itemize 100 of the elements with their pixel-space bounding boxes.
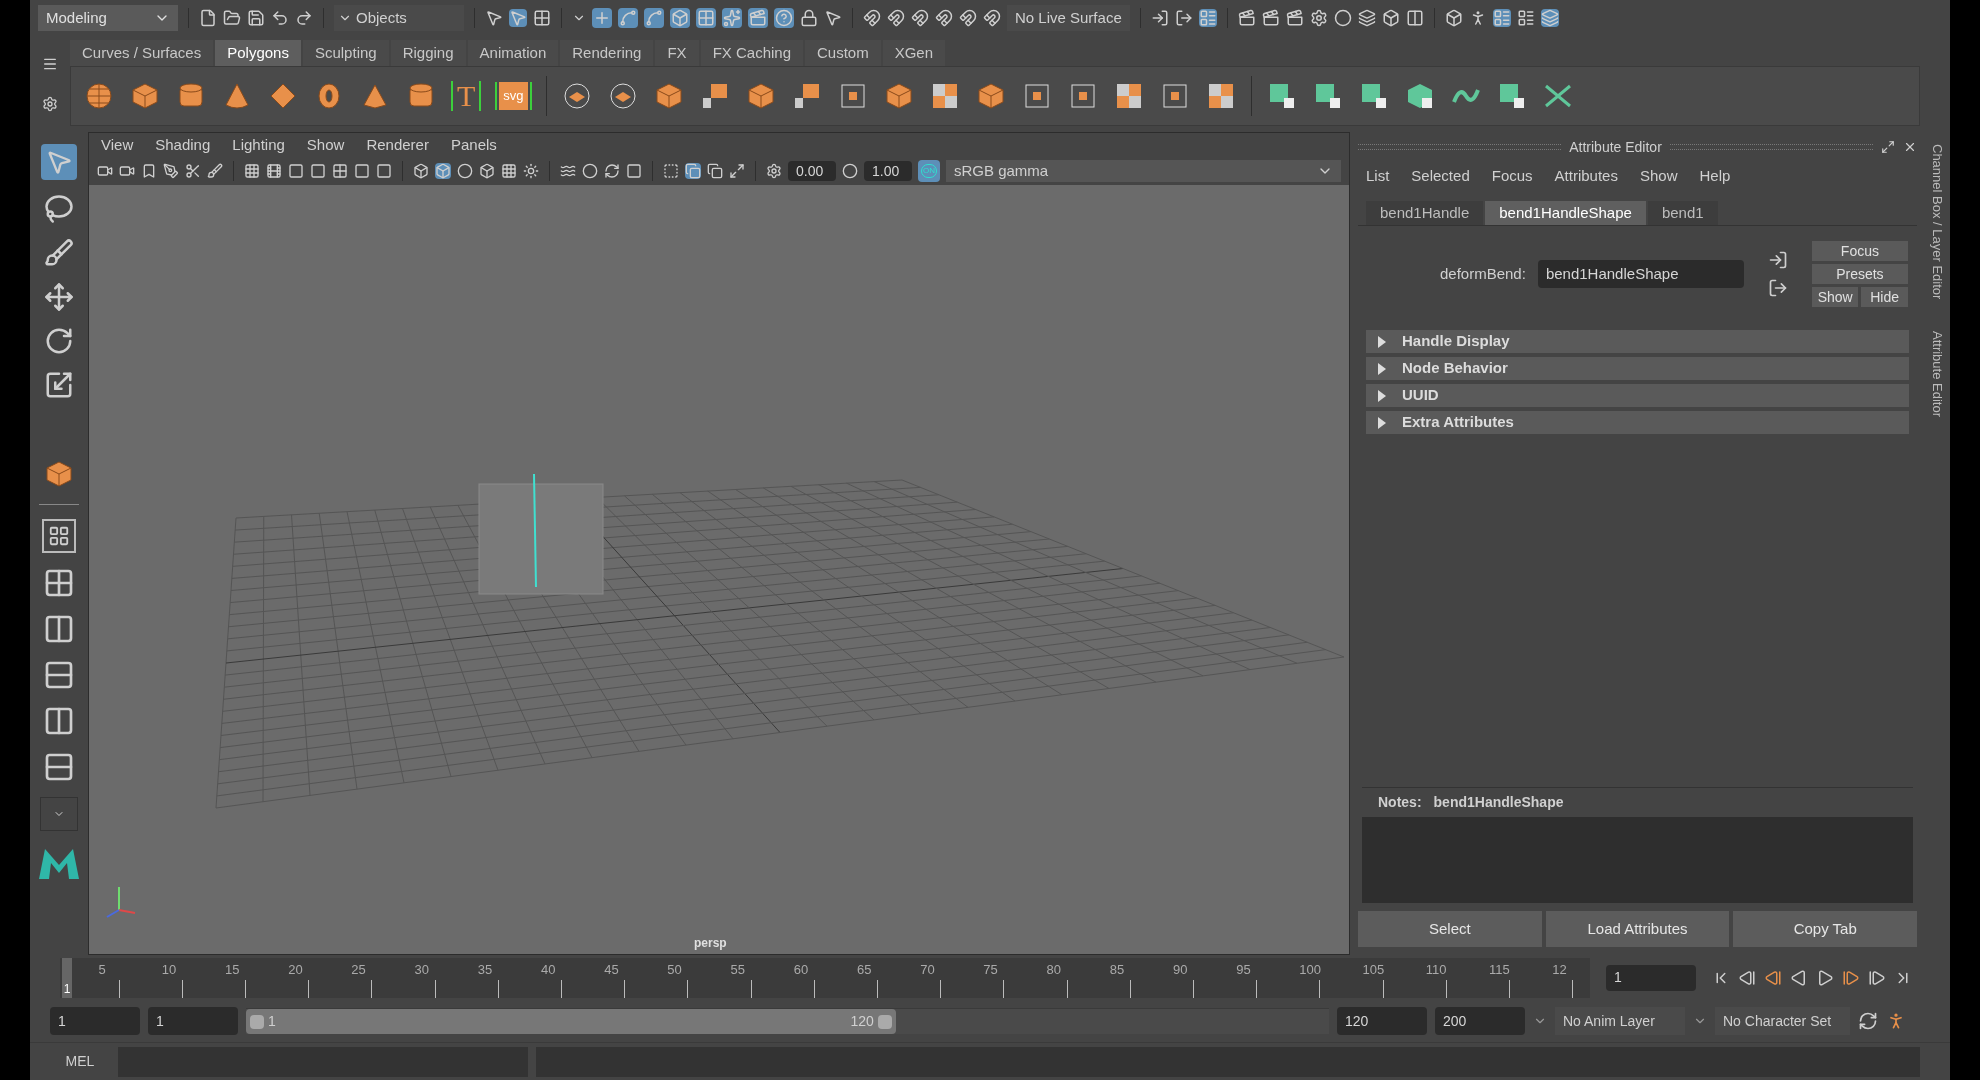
step-forward-icon[interactable] <box>1868 968 1886 987</box>
playback-end-field[interactable]: 120 <box>1337 1007 1427 1035</box>
footer-button[interactable]: Select <box>1358 911 1542 947</box>
editor-menu[interactable]: Help <box>1699 164 1731 188</box>
selection-mode-dropdown[interactable]: Objects <box>334 5 464 31</box>
open-folder-icon[interactable] <box>223 9 241 27</box>
panel-menu[interactable]: Lighting <box>232 133 285 157</box>
output-connection-icon[interactable] <box>1767 278 1788 298</box>
render-settings-icon[interactable] <box>1309 9 1328 27</box>
camera-lock-icon[interactable] <box>119 163 135 179</box>
play-backward-icon[interactable] <box>1790 968 1808 987</box>
lock-icon[interactable] <box>800 9 818 27</box>
grid-icon[interactable] <box>501 163 517 179</box>
editor-button[interactable]: Focus <box>1811 241 1908 261</box>
collapsible-section[interactable]: UUID <box>1366 384 1909 407</box>
gamma-field[interactable]: 1.00 <box>864 161 912 181</box>
outliner-layout-icon[interactable] <box>43 705 75 737</box>
brush-icon[interactable] <box>207 163 223 179</box>
grid-icon[interactable] <box>244 163 260 179</box>
square-icon[interactable] <box>626 163 642 179</box>
menu-set-dropdown[interactable]: Modeling <box>38 5 178 31</box>
range-slider-bar[interactable] <box>246 1009 896 1034</box>
footer-button[interactable]: Copy Tab <box>1733 911 1917 947</box>
range-slider-track[interactable]: 1 120 <box>246 1008 1329 1034</box>
panel-menu[interactable]: Shading <box>155 133 211 157</box>
editor-button[interactable]: Show <box>1811 287 1859 307</box>
layers-icon[interactable] <box>1357 9 1376 27</box>
save-icon[interactable] <box>247 9 265 27</box>
expand-arrow-icon[interactable] <box>1378 335 1386 348</box>
pointer-icon[interactable] <box>824 9 842 27</box>
shelf-tab[interactable]: Rigging <box>390 40 466 66</box>
current-frame-field[interactable]: 1 <box>1606 964 1696 991</box>
magnet-icon[interactable] <box>935 9 953 27</box>
magnet-icon[interactable] <box>863 9 881 27</box>
scale-tool-icon[interactable] <box>44 370 74 400</box>
shelf-tab[interactable]: Custom <box>805 40 881 66</box>
render-view-icon[interactable] <box>1237 9 1256 27</box>
wireframe-icon[interactable] <box>413 163 429 179</box>
sparkle-icon[interactable] <box>722 8 742 28</box>
expand-arrow-icon[interactable] <box>1378 362 1386 375</box>
magnet-icon[interactable] <box>887 9 905 27</box>
render-icon[interactable] <box>1261 9 1280 27</box>
circle-icon[interactable] <box>582 163 598 179</box>
menu-icon[interactable] <box>42 56 58 72</box>
film-icon[interactable] <box>266 163 282 179</box>
editor-menu[interactable]: Focus <box>1491 164 1533 188</box>
magnet-icon[interactable] <box>911 9 929 27</box>
play-icon[interactable] <box>1816 968 1834 987</box>
panel-menu[interactable]: View <box>101 133 134 157</box>
panel-menu[interactable]: Panels <box>450 133 497 157</box>
live-surface-field[interactable]: No Live Surface <box>1007 5 1130 31</box>
node-name-field[interactable]: bend1HandleShape <box>1537 260 1744 288</box>
character-set-dropdown[interactable]: No Character Set <box>1715 1007 1850 1035</box>
help-icon[interactable] <box>774 8 794 28</box>
grid-icon[interactable] <box>696 8 716 28</box>
current-frame-marker[interactable]: 1 <box>62 957 72 998</box>
step-back-icon[interactable] <box>1738 968 1756 987</box>
panel-menu[interactable]: Renderer <box>366 133 429 157</box>
editor-button[interactable]: Hide <box>1861 287 1908 307</box>
ipr-render-icon[interactable] <box>1285 9 1304 27</box>
paint-select-icon[interactable] <box>44 238 74 268</box>
collapsible-section[interactable]: Node Behavior <box>1366 357 1909 380</box>
maximize-icon[interactable] <box>729 163 745 179</box>
pen-icon[interactable] <box>163 163 179 179</box>
shelf-tab[interactable]: XGen <box>882 40 946 66</box>
graph-layout-icon[interactable] <box>43 751 75 783</box>
shaded-icon[interactable] <box>435 163 451 179</box>
editor-menu[interactable]: Selected <box>1411 164 1470 188</box>
color-space-dropdown[interactable]: sRGB gamma <box>946 160 1341 182</box>
editor-menu[interactable]: Attributes <box>1554 164 1618 188</box>
lasso-tool-icon[interactable] <box>44 194 74 224</box>
refresh-icon[interactable] <box>604 163 620 179</box>
editor-menu[interactable]: List <box>1366 164 1390 188</box>
footer-button[interactable]: Load Attributes <box>1545 911 1730 947</box>
square-icon[interactable] <box>376 163 392 179</box>
square-icon[interactable] <box>310 163 326 179</box>
expand-arrow-icon[interactable] <box>1378 416 1386 429</box>
select-hierarchy-icon[interactable] <box>485 9 503 27</box>
side-panel-tab[interactable]: Channel Box / Layer Editor <box>1927 144 1948 300</box>
float-panel-icon[interactable] <box>1881 140 1895 154</box>
circle-icon[interactable] <box>457 163 473 179</box>
shelf-tab[interactable]: FX <box>655 40 699 66</box>
copy-icon[interactable] <box>707 163 723 179</box>
square-icon[interactable] <box>354 163 370 179</box>
bookmark-icon[interactable] <box>141 163 157 179</box>
box-icon[interactable] <box>1381 9 1400 27</box>
select-component-icon[interactable] <box>533 9 551 27</box>
input-connection-icon[interactable] <box>1767 250 1788 270</box>
anim-layer-dropdown[interactable]: No Anim Layer <box>1555 1007 1685 1035</box>
undo-icon[interactable] <box>271 9 289 27</box>
command-language-label[interactable]: MEL <box>50 1051 110 1072</box>
shelf-tab[interactable]: Rendering <box>560 40 654 66</box>
next-key-icon[interactable] <box>1842 968 1860 987</box>
editor-button[interactable]: Presets <box>1811 264 1908 284</box>
square-icon[interactable] <box>288 163 304 179</box>
box-icon[interactable] <box>479 163 495 179</box>
node-tab[interactable]: bend1Handle <box>1366 201 1484 225</box>
settings-icon[interactable] <box>42 96 58 112</box>
input-icon[interactable] <box>1150 9 1169 27</box>
end-frame-field[interactable]: 200 <box>1435 1007 1525 1035</box>
